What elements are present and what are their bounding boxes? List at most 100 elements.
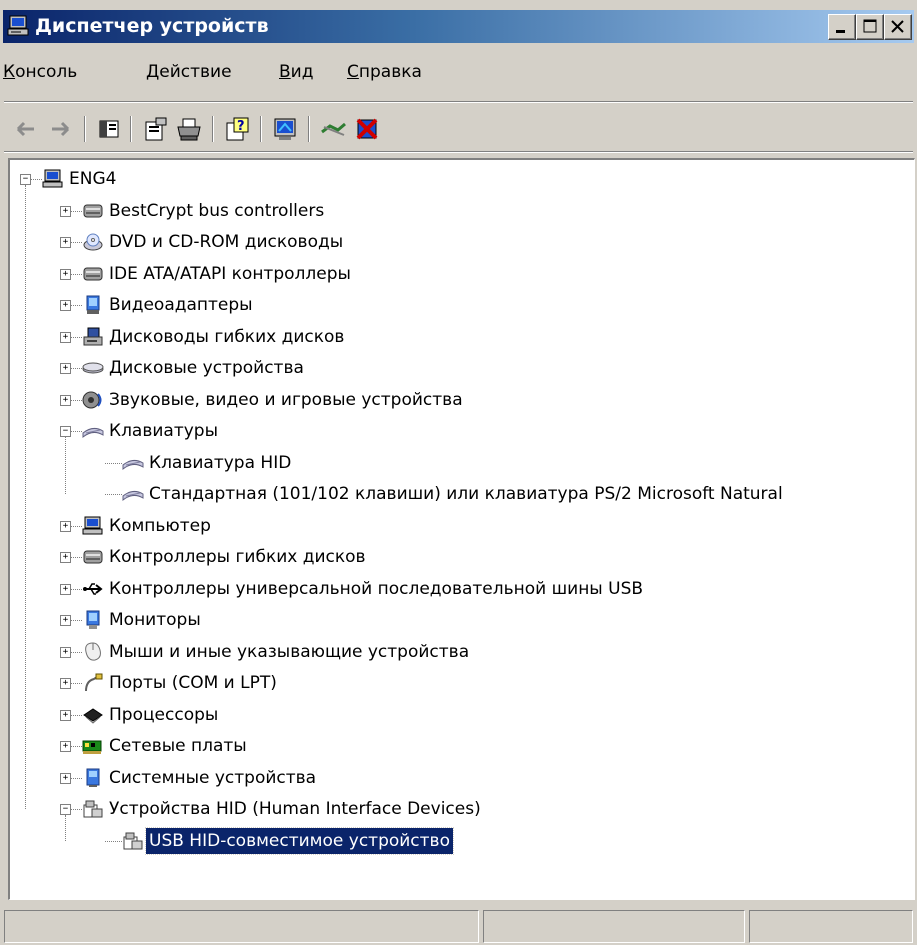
expand-toggle[interactable]: + <box>60 268 71 280</box>
minimize-icon <box>836 30 845 33</box>
menu-console[interactable]: Консоль <box>3 62 77 82</box>
tree-node-label: Клавиатуры <box>109 421 219 441</box>
close-button[interactable] <box>884 14 912 40</box>
menu-action[interactable]: Действие <box>146 62 232 82</box>
tree-node-label: Порты (COM и LPT) <box>109 673 277 693</box>
print-button[interactable] <box>174 114 204 144</box>
tree-node-label: Клавиатура HID <box>149 452 292 473</box>
forward-button[interactable] <box>46 114 76 144</box>
back-button[interactable] <box>12 114 42 144</box>
collapse-toggle[interactable]: − <box>60 426 71 437</box>
menu-help[interactable]: Справка <box>347 62 422 82</box>
maximize-icon <box>863 19 877 33</box>
tree-connector <box>71 777 82 779</box>
menu-view[interactable]: Вид <box>279 62 313 82</box>
expand-toggle[interactable]: + <box>60 300 71 311</box>
status-pane-tertiary <box>749 910 913 943</box>
maximize-button[interactable] <box>856 14 884 40</box>
tree-connector <box>71 809 82 810</box>
show-hide-tree-button[interactable] <box>94 114 124 144</box>
keyboard-icon <box>82 421 104 441</box>
tree-connector <box>71 525 82 527</box>
tree-connector <box>71 336 82 338</box>
back-arrow-icon <box>16 121 34 137</box>
collapse-toggle[interactable]: − <box>20 174 31 185</box>
expand-toggle[interactable]: + <box>60 741 71 752</box>
expand-toggle[interactable]: + <box>60 552 71 563</box>
hid-icon <box>82 799 104 819</box>
tree-connector <box>71 746 82 747</box>
device-tree[interactable]: − ENG4 + BestCrypt bus controllers + DVD и CD… <box>8 158 915 900</box>
tree-connector <box>71 620 82 621</box>
expand-toggle[interactable]: + <box>60 583 71 595</box>
device-manager-icon <box>7 14 31 43</box>
toolbar-separator <box>130 116 132 142</box>
printer-icon <box>177 118 201 141</box>
svg-text:?: ? <box>237 119 245 134</box>
expand-toggle[interactable]: + <box>60 678 71 689</box>
forward-arrow-icon <box>52 121 70 137</box>
tree-connector <box>31 179 42 180</box>
collapse-toggle[interactable]: − <box>60 804 71 815</box>
disable-device-icon <box>321 122 346 136</box>
hid-icon <box>122 831 144 851</box>
uninstall-device-button[interactable] <box>352 114 382 144</box>
system-devices-icon <box>82 768 104 788</box>
floppy-drive-icon <box>82 327 104 347</box>
help-button[interactable]: ? <box>222 114 252 144</box>
keyboard-icon <box>122 453 144 473</box>
expand-toggle[interactable]: + <box>60 772 71 784</box>
status-pane-main <box>4 910 479 943</box>
tree-connector <box>71 557 82 558</box>
expand-toggle[interactable]: + <box>60 237 71 248</box>
properties-button[interactable] <box>140 114 170 144</box>
tree-connector <box>105 494 122 495</box>
tree-node-label: DVD и CD-ROM дисководы <box>109 232 344 252</box>
tree-connector <box>71 714 82 716</box>
tree-connector <box>71 683 82 684</box>
expand-toggle[interactable]: + <box>60 394 71 406</box>
help-icon: ? <box>226 117 249 141</box>
scan-hardware-icon <box>274 118 296 140</box>
tree-connector <box>71 431 82 432</box>
monitor-icon <box>82 610 104 630</box>
tree-node-label: Стандартная (101/102 клавиши) или клавиа… <box>149 484 783 504</box>
tree-connector <box>71 210 82 212</box>
computer-icon <box>82 516 104 536</box>
expand-toggle[interactable]: + <box>60 363 71 374</box>
tree-connector <box>71 368 82 369</box>
tree-node-label: Мониторы <box>109 610 201 630</box>
expand-toggle[interactable]: + <box>60 520 71 532</box>
expand-toggle[interactable]: + <box>60 646 71 658</box>
scan-hardware-button[interactable] <box>270 114 300 144</box>
tree-connector <box>105 840 122 842</box>
tree-node-label: BestCrypt bus controllers <box>109 200 325 221</box>
port-icon <box>82 673 104 693</box>
processor-icon <box>82 705 104 725</box>
toolbar-separator <box>84 116 86 142</box>
tree-node-label: IDE ATA/ATAPI контроллеры <box>109 263 351 284</box>
tree-node-label: Сетевые платы <box>109 736 247 756</box>
expand-toggle[interactable]: + <box>60 205 71 217</box>
tree-connector <box>71 588 82 590</box>
device-manager-window: Диспетчер устройств Консоль Действие Вид… <box>0 0 917 945</box>
computer-icon <box>42 169 64 189</box>
tree-connector <box>71 305 82 306</box>
tree-node-label: Мыши и иные указывающие устройства <box>109 641 470 662</box>
expand-toggle[interactable]: + <box>60 709 71 721</box>
expand-toggle[interactable]: + <box>60 331 71 343</box>
tree-node-label: USB HID-совместимое устройство <box>145 826 454 855</box>
status-bar <box>4 908 913 945</box>
minimize-button[interactable] <box>828 14 856 40</box>
network-adapter-icon <box>82 736 104 756</box>
tree-node-label: Звуковые, видео и игровые устройства <box>109 389 463 410</box>
toolbar-separator <box>308 116 310 142</box>
tree-node-label: Компьютер <box>109 515 211 536</box>
title-bar[interactable]: Диспетчер устройств <box>3 10 914 43</box>
keyboard-icon <box>122 484 144 504</box>
disable-device-button[interactable] <box>318 114 348 144</box>
tree-node-label: Дисковые устройства <box>109 358 304 378</box>
tree-connector <box>71 399 82 401</box>
sound-icon <box>82 390 104 410</box>
expand-toggle[interactable]: + <box>60 615 71 626</box>
